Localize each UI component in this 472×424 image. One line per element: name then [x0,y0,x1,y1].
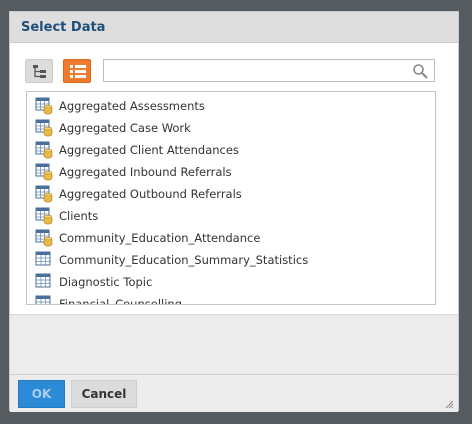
list-item-label: Financial_Counselling [59,297,182,305]
list-item[interactable]: Clients [35,206,425,226]
list-item-label: Aggregated Outbound Referrals [59,187,242,201]
cancel-button[interactable]: Cancel [71,380,137,408]
table-db-icon [35,141,53,159]
table-db-icon [35,207,53,225]
table-db-icon [35,97,53,115]
list-item[interactable]: Financial_Counselling [35,294,425,305]
list-item-label: Aggregated Inbound Referrals [59,165,232,179]
dialog-footer: OK Cancel [10,374,458,412]
data-source-list[interactable]: Aggregated Assessments Aggregated Case W… [26,91,436,305]
table-icon [35,273,51,288]
tree-view-icon [33,65,46,78]
table-db-icon [35,229,53,247]
table-icon [35,251,51,266]
list-item-label: Aggregated Assessments [59,99,205,113]
list-item[interactable]: Community_Education_Attendance [35,228,425,248]
list-item[interactable]: Aggregated Client Attendances [35,140,425,160]
list-item[interactable]: Aggregated Case Work [35,118,425,138]
list-item[interactable]: Aggregated Assessments [35,96,425,116]
table-db-icon [35,185,53,203]
tree-view-button[interactable] [25,59,53,83]
ok-button[interactable]: OK [18,380,65,408]
list-item[interactable]: Aggregated Outbound Referrals [35,184,425,204]
list-item-label: Aggregated Case Work [59,121,191,135]
table-db-icon [35,163,53,181]
search-icon[interactable] [412,63,428,79]
list-item-label: Clients [59,209,99,223]
dialog-content: Aggregated Assessments Aggregated Case W… [10,43,458,315]
list-item-label: Aggregated Client Attendances [59,143,239,157]
select-data-dialog: Select Data Aggregated Assessments Aggre… [9,11,459,412]
list-view-icon [70,65,86,78]
list-item[interactable]: Community_Education_Summary_Statistics [35,250,425,270]
list-item[interactable]: Diagnostic Topic [35,272,425,292]
list-item-label: Community_Education_Attendance [59,231,261,245]
list-view-button[interactable] [63,59,91,83]
table-db-icon [35,119,53,137]
list-item[interactable]: Aggregated Inbound Referrals [35,162,425,182]
list-item-label: Diagnostic Topic [59,275,153,289]
search-input[interactable] [108,62,402,81]
resize-grip-icon[interactable] [444,399,454,409]
list-item-label: Community_Education_Summary_Statistics [59,253,309,267]
table-icon [35,295,51,304]
search-box [103,59,435,82]
dialog-title: Select Data [21,20,106,35]
dialog-titlebar[interactable]: Select Data [10,12,458,43]
